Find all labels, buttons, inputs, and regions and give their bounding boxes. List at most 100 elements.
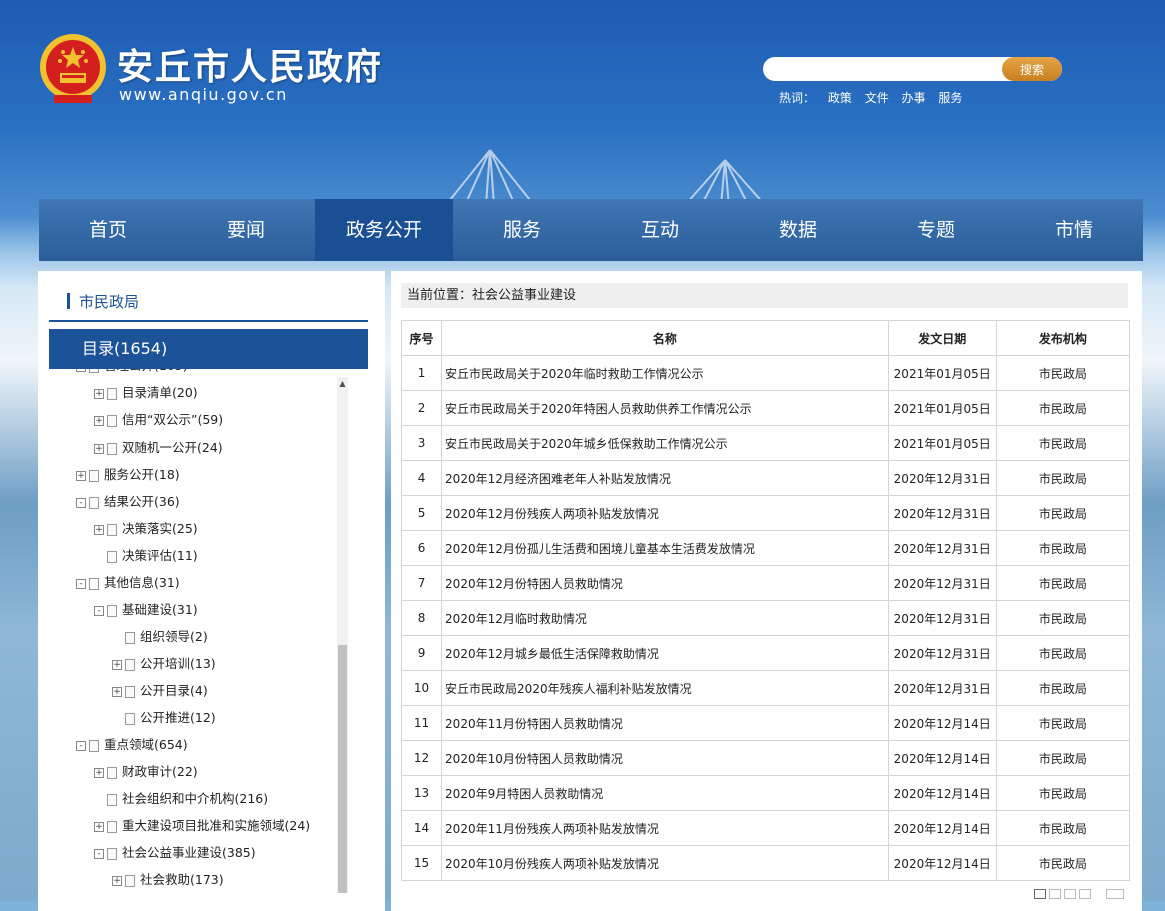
tree-item[interactable]: + 社会救助(173)	[112, 871, 224, 889]
plus-box-icon[interactable]: +	[112, 659, 122, 670]
nav-item-topics[interactable]: 专题	[867, 199, 1005, 261]
document-link[interactable]: 2020年11月份残疾人两项补贴发放情况	[445, 822, 659, 836]
directory-header[interactable]: 目录(1654)	[49, 329, 368, 369]
tree-item[interactable]: + 重大建设项目批准和实施领域(24)	[94, 817, 310, 835]
tree-item[interactable]: - 结果公开(36)	[76, 493, 180, 511]
cell-date: 2020年12月14日	[887, 810, 997, 846]
hot-word-link[interactable]: 文件	[865, 91, 889, 105]
scroll-up-arrow-icon[interactable]: ▲	[337, 379, 348, 389]
document-link[interactable]: 2020年10月份特困人员救助情况	[445, 752, 623, 766]
hot-word-link[interactable]: 办事	[902, 91, 926, 105]
tree-item[interactable]: + 公开培训(13)	[112, 655, 216, 673]
cell-title[interactable]: 2020年10月份特困人员救助情况	[441, 740, 889, 776]
cell-title[interactable]: 2020年11月份特困人员救助情况	[441, 705, 889, 741]
page-dot[interactable]	[1079, 889, 1091, 899]
search-input[interactable]	[775, 60, 999, 80]
tree-item[interactable]: + 双随机一公开(24)	[94, 439, 223, 457]
plus-box-icon[interactable]: +	[112, 875, 122, 886]
hot-word-link[interactable]: 政策	[828, 91, 852, 105]
page-dot[interactable]	[1034, 889, 1046, 899]
tree-item[interactable]: - 管理公开(103)	[76, 369, 188, 375]
cell-title[interactable]: 2020年10月份残疾人两项补贴发放情况	[441, 845, 889, 881]
minus-box-icon[interactable]: -	[94, 605, 104, 616]
directory-tree: - 管理公开(103) + 目录清单(20) + 信用“双公示”(59) + 双随机一公开(2…	[49, 369, 349, 899]
minus-box-icon[interactable]: -	[76, 578, 86, 589]
cell-index: 7	[400, 565, 443, 601]
tree-item[interactable]: + 目录清单(20)	[94, 384, 198, 402]
plus-box-icon[interactable]: +	[112, 686, 122, 697]
cell-title[interactable]: 安丘市民政局关于2020年临时救助工作情况公示	[441, 355, 889, 391]
search-button[interactable]: 搜索	[1002, 57, 1062, 81]
cell-publisher: 市民政局	[995, 740, 1131, 776]
cell-title[interactable]: 安丘市民政局关于2020年城乡低保救助工作情况公示	[441, 425, 889, 461]
tree-item[interactable]: - 其他信息(31)	[76, 574, 180, 592]
cell-title[interactable]: 2020年11月份残疾人两项补贴发放情况	[441, 810, 889, 846]
tree-item[interactable]: + 公开目录(4)	[112, 682, 208, 700]
cell-index-text: 15	[413, 856, 430, 870]
tree-item[interactable]: 组织领导(2)	[112, 628, 208, 646]
nav-item-gov-affairs[interactable]: 政务公开	[315, 199, 453, 261]
document-link[interactable]: 2020年12月临时救助情况	[445, 612, 587, 626]
plus-box-icon[interactable]: +	[94, 388, 104, 399]
cell-date: 2020年12月31日	[887, 670, 997, 706]
tree-item[interactable]: 决策评估(11)	[94, 547, 198, 565]
page-dot[interactable]	[1049, 889, 1061, 899]
cell-title[interactable]: 2020年12月份孤儿生活费和困境儿童基本生活费发放情况	[441, 530, 889, 566]
document-link[interactable]: 2020年10月份残疾人两项补贴发放情况	[445, 857, 659, 871]
plus-box-icon[interactable]: +	[94, 415, 104, 426]
tree-item[interactable]: + 决策落实(25)	[94, 520, 198, 538]
plus-box-icon[interactable]: +	[94, 767, 104, 778]
cell-index: 4	[400, 460, 443, 496]
scroll-thumb[interactable]	[338, 645, 347, 893]
cell-title[interactable]: 2020年12月城乡最低生活保障救助情况	[441, 635, 889, 671]
cell-title[interactable]: 2020年12月份残疾人两项补贴发放情况	[441, 495, 889, 531]
cell-title[interactable]: 2020年12月份特困人员救助情况	[441, 565, 889, 601]
document-link[interactable]: 2020年9月特困人员救助情况	[445, 787, 603, 801]
tree-item[interactable]: - 社会公益事业建设(385)	[94, 844, 256, 862]
document-link[interactable]: 安丘市民政局关于2020年临时救助工作情况公示	[445, 367, 704, 381]
minus-box-icon[interactable]: -	[76, 497, 86, 508]
plus-box-icon[interactable]: +	[94, 821, 104, 832]
nav-item-services[interactable]: 服务	[453, 199, 591, 261]
site-url: www.anqiu.gov.cn	[119, 85, 288, 104]
tree-item[interactable]: 公开推进(12)	[112, 709, 216, 727]
document-link[interactable]: 2020年12月经济困难老年人补贴发放情况	[445, 472, 671, 486]
nav-item-home[interactable]: 首页	[39, 199, 177, 261]
document-link[interactable]: 安丘市民政局关于2020年特困人员救助供养工作情况公示	[445, 402, 752, 416]
tree-item-label: 组织领导(2)	[140, 629, 208, 644]
document-link[interactable]: 2020年12月份残疾人两项补贴发放情况	[445, 507, 659, 521]
cell-title[interactable]: 2020年12月经济困难老年人补贴发放情况	[441, 460, 889, 496]
tree-item[interactable]: 社会组织和中介机构(216)	[94, 790, 268, 808]
tree-item[interactable]: - 重点领域(654)	[76, 736, 188, 754]
tree-scrollbar[interactable]: ▲	[337, 377, 348, 893]
document-link[interactable]: 2020年11月份特困人员救助情况	[445, 717, 623, 731]
document-link[interactable]: 安丘市民政局关于2020年城乡低保救助工作情况公示	[445, 437, 728, 451]
table-row: 7 2020年12月份特困人员救助情况 2020年12月31日 市民政局	[400, 565, 1131, 601]
tree-item[interactable]: - 基础建设(31)	[94, 601, 198, 619]
cell-title[interactable]: 2020年12月临时救助情况	[441, 600, 889, 636]
plus-box-icon[interactable]: +	[76, 470, 86, 481]
hot-word-link[interactable]: 服务	[938, 91, 962, 105]
page-dot[interactable]	[1064, 889, 1076, 899]
cell-title[interactable]: 安丘市民政局关于2020年特困人员救助供养工作情况公示	[441, 390, 889, 426]
minus-box-icon[interactable]: -	[94, 848, 104, 859]
tree-item[interactable]: + 信用“双公示”(59)	[94, 411, 223, 429]
plus-box-icon[interactable]: +	[94, 443, 104, 454]
cell-title[interactable]: 安丘市民政局2020年残疾人福利补贴发放情况	[441, 670, 889, 706]
nav-item-news[interactable]: 要闻	[177, 199, 315, 261]
page-next[interactable]	[1106, 889, 1124, 899]
plus-box-icon[interactable]: +	[94, 524, 104, 535]
document-link[interactable]: 安丘市民政局2020年残疾人福利补贴发放情况	[445, 682, 692, 696]
document-link[interactable]: 2020年12月城乡最低生活保障救助情况	[445, 647, 659, 661]
cell-title[interactable]: 2020年9月特困人员救助情况	[441, 775, 889, 811]
tree-item[interactable]: + 服务公开(18)	[76, 466, 180, 484]
document-link[interactable]: 2020年12月份特困人员救助情况	[445, 577, 623, 591]
document-link[interactable]: 2020年12月份孤儿生活费和困境儿童基本生活费发放情况	[445, 542, 755, 556]
tree-item[interactable]: + 财政审计(22)	[94, 763, 198, 781]
nav-item-data[interactable]: 数据	[729, 199, 867, 261]
minus-box-icon[interactable]: -	[76, 369, 86, 372]
nav-item-interaction[interactable]: 互动	[591, 199, 729, 261]
minus-box-icon[interactable]: -	[76, 740, 86, 751]
cell-publisher-text: 市民政局	[1038, 681, 1087, 696]
nav-item-city-info[interactable]: 市情	[1005, 199, 1143, 261]
